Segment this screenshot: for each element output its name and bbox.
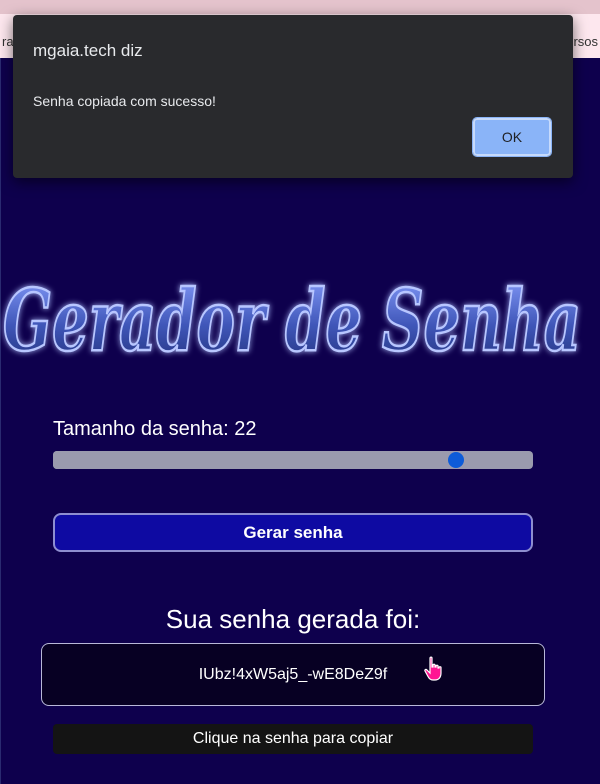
dialog-message: Senha copiada com sucesso! [33, 93, 216, 109]
copy-hint: Clique na senha para copiar [53, 724, 533, 754]
result-heading: Sua senha gerada foi: [165, 604, 421, 634]
dialog-title: mgaia.tech diz [33, 41, 143, 60]
browser-top-strip [0, 0, 600, 14]
page-title: Gerador de Senha [0, 262, 600, 374]
banner-right-text: rsos [573, 34, 598, 49]
hand-pointer-icon [424, 656, 442, 681]
title-graphic: Gerador de Senha [2, 270, 583, 372]
alert-dialog: mgaia.tech diz Senha copiada com sucesso… [13, 15, 573, 178]
generated-password-text[interactable]: IUbz!4xW5aj5_-wE8DeZ9f [42, 666, 544, 684]
dialog-ok-button[interactable]: OK [472, 117, 552, 157]
slider-fill [53, 451, 457, 469]
generate-password-button[interactable]: Gerar senha [53, 513, 533, 552]
generated-password-box[interactable]: IUbz!4xW5aj5_-wE8DeZ9f [41, 643, 545, 706]
title-text: Gerador de Senha [3, 271, 581, 370]
slider-thumb[interactable] [448, 452, 465, 468]
password-size-slider[interactable] [53, 451, 533, 469]
password-size-label: Tamanho da senha: 22 [53, 418, 257, 440]
banner-left-text: ra [2, 34, 14, 49]
